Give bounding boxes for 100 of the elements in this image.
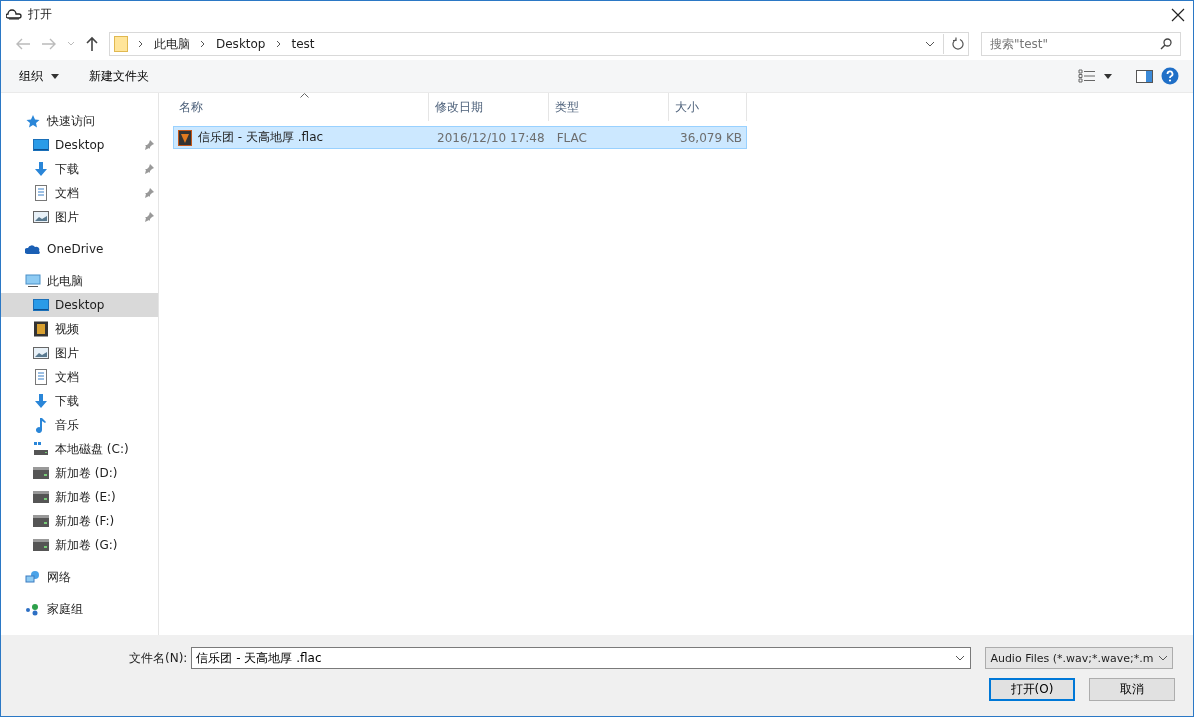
nav-item[interactable]: 下载 — [1, 389, 158, 413]
nav-label: 音乐 — [55, 416, 79, 434]
drive-icon — [33, 537, 49, 553]
file-type: FLAC — [555, 130, 588, 145]
filename-label: 文件名(N): — [129, 649, 188, 667]
chevron-icon[interactable] — [275, 40, 282, 48]
picture-icon — [33, 209, 49, 225]
breadcrumb[interactable]: test — [291, 37, 315, 51]
nav-item[interactable]: 家庭组 — [1, 597, 158, 621]
address-bar[interactable]: 此电脑 Desktop test — [109, 32, 969, 56]
nav-item[interactable]: 网络 — [1, 565, 158, 589]
nav-label: 新加卷 (F:) — [55, 512, 115, 530]
nav-label: Desktop — [55, 298, 105, 312]
nav-item[interactable]: Desktop — [1, 133, 158, 157]
nav-item[interactable]: 音乐 — [1, 413, 158, 437]
column-header[interactable]: 大小 — [669, 93, 747, 121]
doc-icon — [33, 185, 49, 201]
folder-icon — [114, 36, 128, 52]
pin-icon[interactable] — [144, 140, 154, 150]
organize-button[interactable]: 组织 — [13, 64, 49, 88]
caret-icon[interactable] — [51, 73, 59, 79]
drive-icon — [33, 465, 49, 481]
nav-item[interactable]: 本地磁盘 (C:) — [1, 437, 158, 461]
file-type-dropdown[interactable]: Audio Files (*.wav;*.wave;*.m — [985, 647, 1174, 669]
pin-icon[interactable] — [144, 188, 154, 198]
music-icon — [33, 417, 49, 433]
nav-label: 本地磁盘 (C:) — [55, 440, 129, 458]
column-header[interactable]: 修改日期 — [429, 93, 549, 121]
column-header[interactable]: 名称 — [173, 93, 429, 121]
dropdown-caret-icon[interactable] — [955, 655, 966, 661]
chevron-icon[interactable] — [200, 40, 206, 48]
drive-icon — [33, 489, 49, 505]
close-icon[interactable] — [1171, 7, 1185, 22]
nav-item[interactable]: 快速访问 — [1, 109, 158, 133]
nav-label: 网络 — [47, 568, 71, 586]
sysdrive-icon — [33, 441, 49, 457]
open-button[interactable]: 打开(O) — [989, 678, 1075, 701]
nav-label: 文档 — [55, 184, 79, 202]
nav-item[interactable]: OneDrive — [1, 237, 158, 261]
window-title: 打开 — [28, 6, 52, 23]
chevron-icon[interactable] — [138, 40, 144, 48]
nav-item[interactable]: Desktop — [1, 293, 158, 317]
nav-item[interactable]: 此电脑 — [1, 269, 158, 293]
help-icon[interactable] — [1161, 67, 1179, 85]
refresh-icon[interactable] — [952, 37, 964, 51]
nav-label: 下载 — [55, 392, 79, 410]
nav-item[interactable]: 新加卷 (F:) — [1, 509, 158, 533]
nav-item[interactable]: 图片 — [1, 341, 158, 365]
new-folder-button[interactable]: 新建文件夹 — [83, 64, 155, 88]
nav-item[interactable]: 文档 — [1, 365, 158, 389]
nav-label: 此电脑 — [47, 272, 83, 290]
view-options-icon[interactable] — [1078, 69, 1096, 83]
cancel-button[interactable]: 取消 — [1089, 678, 1175, 701]
file-row[interactable]: 信乐团 - 天高地厚 .flac 2016/12/10 17:48 FLAC 36,079 KB — [173, 126, 747, 149]
nav-label: Desktop — [55, 138, 105, 152]
pc-icon — [25, 274, 41, 288]
breadcrumb[interactable]: 此电脑 — [154, 35, 190, 53]
nav-label: 下载 — [55, 160, 79, 178]
nav-label: 视频 — [55, 320, 79, 338]
nav-item[interactable]: 新加卷 (G:) — [1, 533, 158, 557]
app-icon — [6, 7, 22, 22]
search-field[interactable]: 搜索"test" — [981, 32, 1181, 56]
column-header[interactable]: 类型 — [549, 93, 669, 121]
file-name: 信乐团 - 天高地厚 .flac — [198, 129, 324, 146]
nav-item[interactable]: 图片 — [1, 205, 158, 229]
download-icon — [33, 393, 49, 409]
file-size: 36,079 KB — [679, 130, 743, 145]
preview-pane-icon[interactable] — [1136, 69, 1153, 83]
homegroup-icon — [25, 602, 41, 616]
pin-icon[interactable] — [144, 212, 154, 222]
search-icon — [1160, 38, 1172, 50]
up-arrow-icon[interactable] — [85, 36, 99, 52]
drive-icon — [33, 513, 49, 529]
pin-icon[interactable] — [144, 164, 154, 174]
nav-item[interactable]: 新加卷 (D:) — [1, 461, 158, 485]
desktop-icon — [33, 137, 49, 153]
desktop-icon — [33, 297, 49, 313]
nav-label: 新加卷 (D:) — [55, 464, 118, 482]
breadcrumb[interactable]: Desktop — [216, 37, 266, 51]
nav-label: 图片 — [55, 208, 79, 226]
dropdown-caret-icon — [1158, 655, 1169, 661]
nav-item[interactable]: 视频 — [1, 317, 158, 341]
nav-item[interactable]: 文档 — [1, 181, 158, 205]
dropdown-caret-icon[interactable] — [925, 41, 935, 47]
nav-item[interactable]: 下载 — [1, 157, 158, 181]
nav-item[interactable]: 新加卷 (E:) — [1, 485, 158, 509]
network-icon — [25, 570, 41, 584]
filename-field[interactable]: 信乐团 - 天高地厚 .flac — [191, 647, 972, 669]
download-icon — [33, 161, 49, 177]
nav-label: 快速访问 — [47, 112, 95, 130]
doc-icon — [33, 369, 49, 385]
nav-label: 新加卷 (E:) — [55, 488, 116, 506]
sort-up-icon — [300, 93, 309, 98]
audio-file-icon — [178, 129, 192, 146]
video-icon — [33, 321, 49, 337]
caret-icon[interactable] — [1104, 73, 1112, 79]
nav-label: 图片 — [55, 344, 79, 362]
nav-label: OneDrive — [47, 242, 104, 256]
nav-label: 家庭组 — [47, 600, 83, 618]
nav-label: 新加卷 (G:) — [55, 536, 118, 554]
